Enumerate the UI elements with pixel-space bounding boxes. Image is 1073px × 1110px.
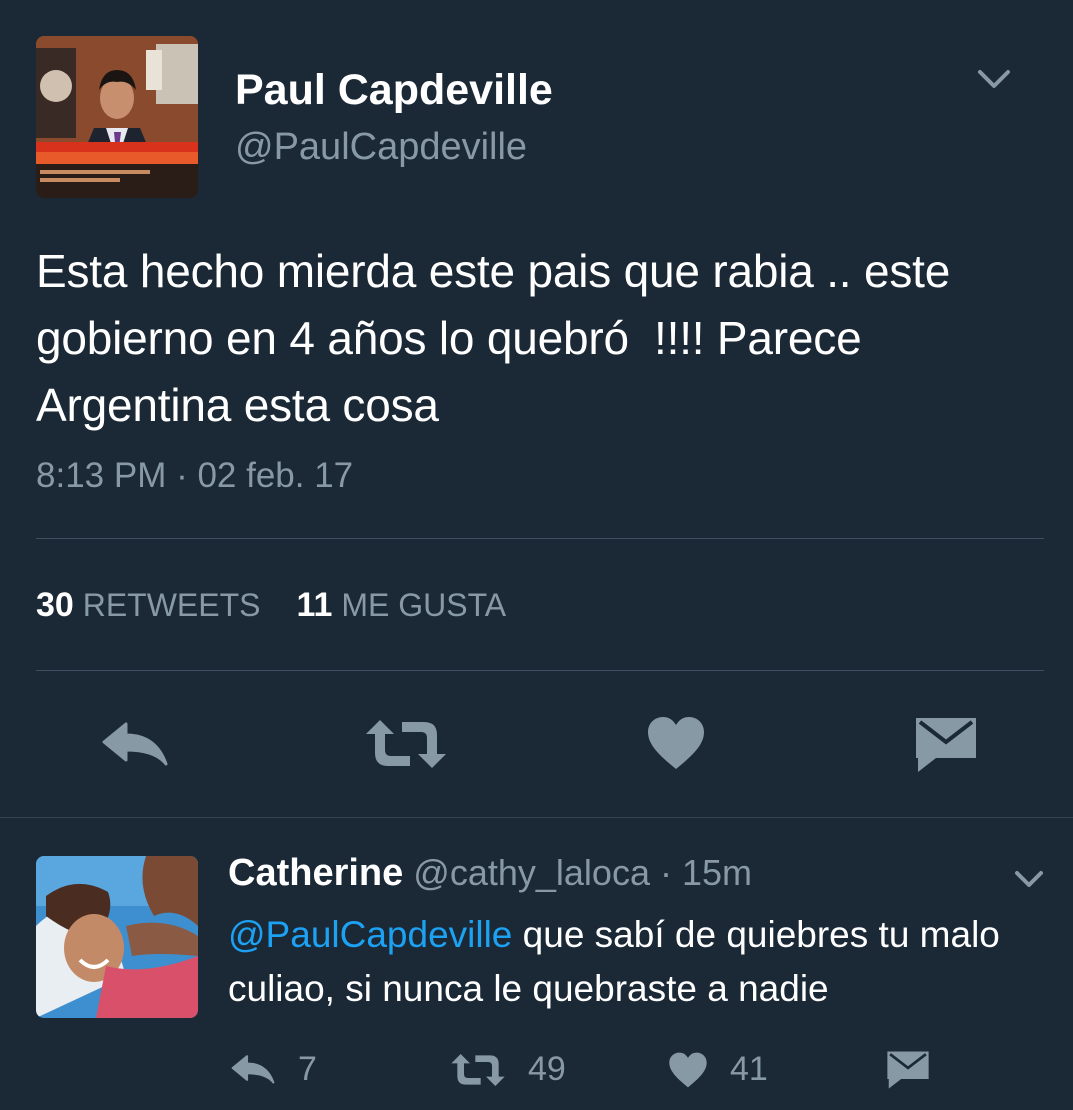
reply-actions: 7 49 41 [0,1050,1073,1100]
direct-message-icon [887,1051,929,1089]
tweet-stats: 30 RETWEETS 11 ME GUSTA [36,586,506,625]
tweet-text-line: gobierno en 4 años lo quebró !!!! Parece [36,312,862,364]
direct-message-icon[interactable] [914,716,978,774]
author-avatar[interactable] [36,36,198,198]
divider [36,538,1044,539]
mention-link[interactable]: @PaulCapdeville [228,914,512,955]
reply-handle[interactable]: @cathy_laloca [413,852,650,893]
reply-display-name[interactable]: Catherine [228,852,403,894]
retweets-stat[interactable]: 30 RETWEETS [36,586,261,624]
tv-anchor-photo [36,36,198,198]
retweet-icon[interactable] [364,718,448,770]
main-tweet: Paul Capdeville @PaulCapdeville Esta hec… [0,0,1073,818]
reply-count: 7 [298,1050,317,1088]
reply-author-avatar[interactable] [36,856,198,1018]
chevron-down-icon[interactable] [972,62,1016,98]
heart-icon[interactable] [646,715,706,771]
reply-icon [231,1054,275,1083]
author-display-name[interactable]: Paul Capdeville [235,66,553,115]
like-button[interactable]: 41 [668,1050,768,1089]
author-handle[interactable]: @PaulCapdeville [235,126,527,169]
retweets-count: 30 [36,586,74,624]
reply-header: Catherine @cathy_laloca · 15m [228,852,752,895]
retweets-label: RETWEETS [82,587,261,623]
separator-dot: · [659,852,672,893]
likes-stat[interactable]: 11 ME GUSTA [296,586,507,624]
reply-button[interactable]: 7 [230,1050,317,1089]
retweet-count: 49 [528,1050,566,1088]
selfie-photo [36,856,198,1018]
divider [36,670,1044,671]
direct-message-button[interactable] [886,1050,930,1090]
chevron-down-icon[interactable] [1012,866,1046,899]
reply-text: @PaulCapdeville que sabí de quiebres tu … [228,908,1058,1016]
retweet-icon [451,1053,505,1086]
tweet-text-line: Argentina esta cosa [36,379,439,431]
likes-count: 11 [296,586,333,624]
divider [0,817,1073,818]
reply-timestamp[interactable]: 15m [682,852,752,893]
reply-text-line: culiao, si nunca le quebraste a nadie [228,968,829,1009]
retweet-button[interactable]: 49 [450,1050,566,1089]
heart-icon [669,1052,707,1087]
tweet-timestamp[interactable]: 8:13 PM · 02 feb. 17 [36,456,353,496]
reply-icon[interactable] [100,720,170,770]
reply-text-line: @PaulCapdeville que sabí de quiebres tu … [228,908,1058,962]
like-count: 41 [730,1050,768,1088]
likes-label: ME GUSTA [341,587,507,623]
reply-text-fragment: que sabí de quiebres tu malo [512,914,1000,955]
tweet-text: Esta hecho mierda este pais que rabia ..… [36,238,1046,439]
tweet-text-line: Esta hecho mierda este pais que rabia ..… [36,245,951,297]
